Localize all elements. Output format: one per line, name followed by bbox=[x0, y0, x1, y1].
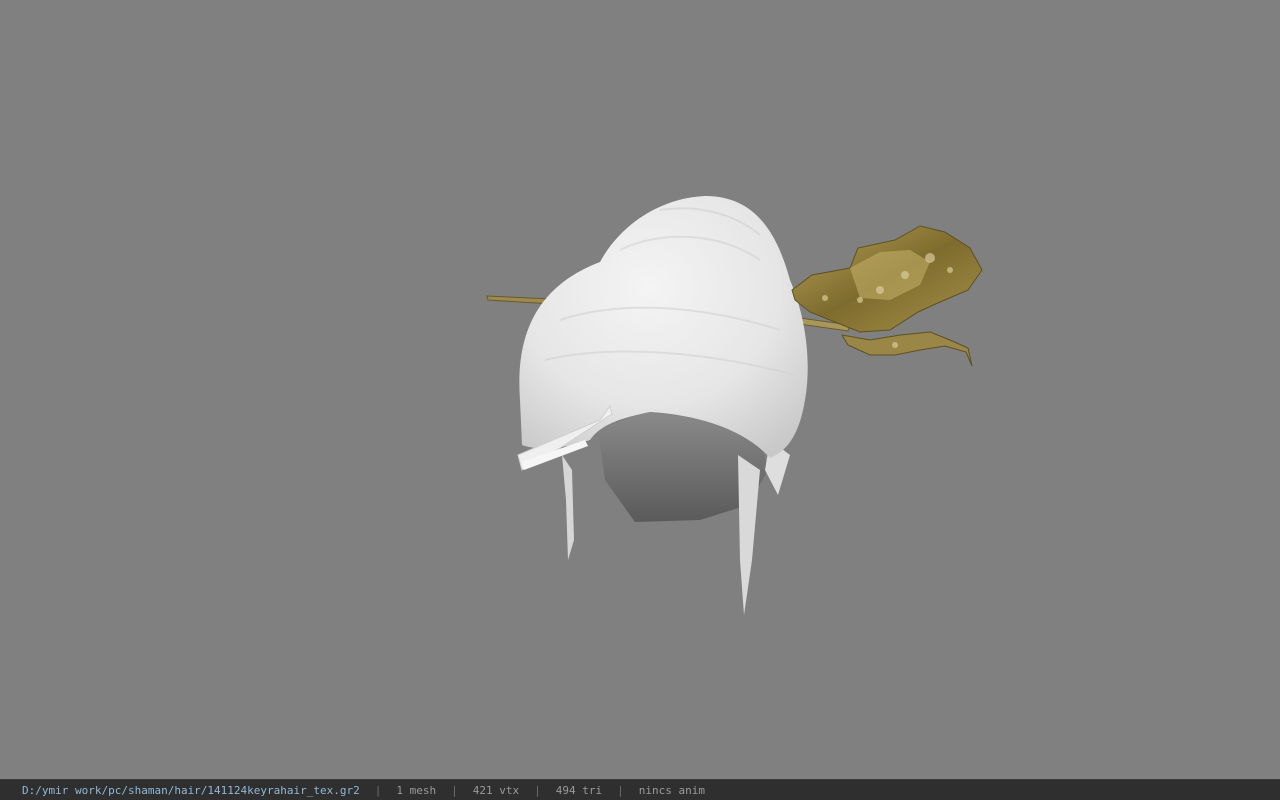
mesh-count: 1 mesh bbox=[396, 783, 437, 797]
hair-strand-right bbox=[738, 455, 760, 615]
animation-status: nincs anim bbox=[638, 783, 705, 797]
status-separator: | bbox=[451, 783, 458, 797]
file-path: D:/ymir work/pc/shaman/hair/141124keyrah… bbox=[22, 783, 360, 797]
3d-viewport[interactable] bbox=[0, 0, 1280, 779]
status-separator: | bbox=[534, 783, 541, 797]
status-separator: | bbox=[617, 783, 624, 797]
triangle-count: 494 tri bbox=[555, 783, 603, 797]
status-bar: D:/ymir work/pc/shaman/hair/141124keyrah… bbox=[0, 779, 1280, 800]
hair-model-render bbox=[486, 196, 983, 615]
hair-ornament bbox=[791, 225, 983, 367]
status-separator: | bbox=[374, 783, 382, 797]
hair-strand-left bbox=[562, 455, 574, 560]
vertex-count: 421 vtx bbox=[472, 783, 520, 797]
